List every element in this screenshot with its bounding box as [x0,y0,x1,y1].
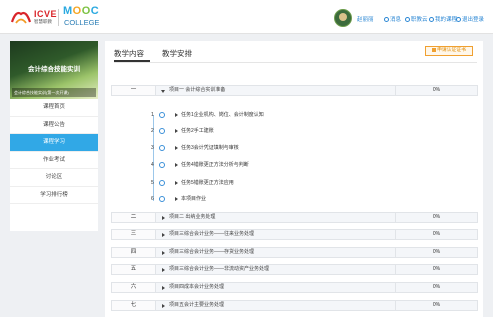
certificate-icon [432,47,437,52]
project-title: 项目一 会计综合实训准备 [169,87,226,93]
task-item[interactable]: 1 任务1企业机构、岗位、会计制度认知 [59,111,269,121]
collapse-caret-icon[interactable] [175,112,178,117]
collapse-caret-icon[interactable] [175,196,178,201]
project-row[interactable]: 四 项目三综合会计业务——存货业务处理 0% [111,247,478,258]
timeline-dot-icon [159,112,165,118]
project-progress: 0% [395,283,477,292]
message-icon [384,17,389,22]
tab-teaching-content[interactable]: 教学内容 [114,48,144,59]
project-title: 项目三综合会计业务——存货业务处理 [169,249,255,255]
project-number: 七 [112,301,156,310]
brand-icve-sub: 智慧职教 [34,19,52,24]
task-item[interactable]: 2 任务2手工建账 [59,127,269,137]
collapse-caret-icon[interactable] [175,162,178,167]
project-row[interactable]: 七 项目五会计主要业务处理 0% [111,300,478,311]
project-number: 六 [112,283,156,292]
timeline-dot-icon [159,128,165,134]
project-progress: 0% [395,230,477,239]
header-divider [58,9,59,26]
icve-logo-icon [10,11,32,24]
project-number: 五 [112,265,156,274]
cloud-icon [405,17,410,22]
project-row[interactable]: 六 项目四成本会计业务处理 0% [111,282,478,293]
project-progress: 0% [395,213,477,222]
collapse-caret-icon[interactable] [162,251,165,255]
cloud-link[interactable]: 职教云 [405,15,428,23]
project-progress: 0% [395,248,477,257]
collapse-caret-icon[interactable] [162,286,165,290]
timeline-dot-icon [159,180,165,186]
project-title: 项目五会计主要业务处理 [169,302,225,308]
main-content: 教学内容 教学安排 申请认证证书 一 项目一 会计综合实训准备 0% 1 任务1… [105,41,483,317]
project-number: 一 [112,86,156,95]
collapse-caret-icon[interactable] [175,128,178,133]
courses-icon [429,17,434,22]
task-title: 任务2手工建账 [181,128,214,134]
project-row[interactable]: 三 项目三综合会计业务——往来业务处理 0% [111,229,478,240]
collapse-caret-icon[interactable] [162,233,165,237]
collapse-caret-icon[interactable] [175,145,178,150]
tab-teaching-schedule[interactable]: 教学安排 [162,48,192,59]
project-row[interactable]: 二 项目二 出纳业务处理 0% [111,212,478,223]
project-number: 二 [112,213,156,222]
timeline-dot-icon [159,162,165,168]
messages-link[interactable]: 消息 [384,15,401,23]
timeline-dot-icon [159,145,165,151]
timeline-dot-icon [159,196,165,202]
project-title: 项目二 出纳业务处理 [169,214,216,220]
task-item[interactable]: 5 任务5错账更正方法应用 [59,179,269,189]
task-item[interactable]: 4 任务4错账更正方法分析与判断 [59,161,269,171]
tabs-divider [114,62,477,63]
collapse-caret-icon[interactable] [162,268,165,272]
project-progress: 0% [395,301,477,310]
logout-link[interactable]: 退出登录 [456,15,484,23]
expand-caret-icon[interactable] [161,89,165,93]
task-title: 任务1企业机构、岗位、会计制度认知 [181,112,264,118]
brand-mooc: MOOC [63,5,100,17]
project-progress: 0% [395,265,477,274]
banner-title: 会计综合技能实训 [28,66,80,73]
course-banner[interactable]: 会计综合技能实训 会计综合技能实训(第一次开课) [10,41,98,99]
project-title: 项目三综合会计业务——往来业务处理 [169,231,255,237]
task-item[interactable]: 6 本项目作业 [59,195,269,205]
collapse-caret-icon[interactable] [162,304,165,308]
project-title: 项目三综合会计业务——非流动资产业务处理 [169,266,270,272]
task-title: 任务5错账更正方法应用 [181,180,234,186]
brand-icve: ICVE [34,9,58,19]
top-header: ICVE 智慧职教 MOOC COLLEGE 赵丽丽 消息 职教云 我的课程 退… [0,0,493,34]
avatar[interactable] [334,9,352,27]
user-name-link[interactable]: 赵丽丽 [357,15,374,23]
task-item[interactable]: 3 任务3会计凭证填制与审核 [59,144,269,154]
project-progress: 0% [395,86,477,95]
project-number: 四 [112,248,156,257]
task-title: 任务3会计凭证填制与审核 [181,145,239,151]
task-title: 任务4错账更正方法分析与判断 [181,162,249,168]
collapse-caret-icon[interactable] [175,180,178,185]
project-row[interactable]: 一 项目一 会计综合实训准备 0% [111,85,478,96]
apply-certificate-button[interactable]: 申请认证证书 [425,46,473,56]
project-row[interactable]: 五 项目三综合会计业务——非流动资产业务处理 0% [111,264,478,275]
brand-college: COLLEGE [64,18,100,27]
banner-subtitle: 会计综合技能实训(第一次开课) [12,88,96,97]
project-number: 三 [112,230,156,239]
logout-icon [456,17,461,22]
collapse-caret-icon[interactable] [162,216,165,220]
task-title: 本项目作业 [181,196,207,202]
project-title: 项目四成本会计业务处理 [169,284,225,290]
my-courses-link[interactable]: 我的课程 [429,15,457,23]
